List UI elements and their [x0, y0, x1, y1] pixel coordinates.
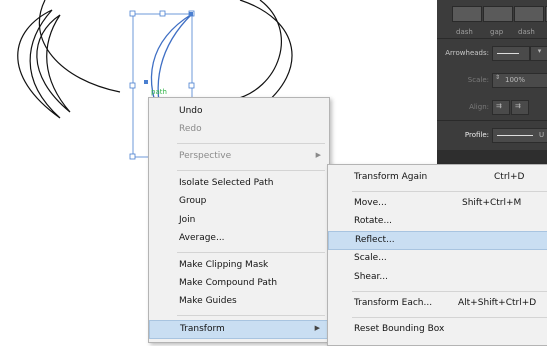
menu-item-isolate-selected-path[interactable]: Isolate Selected Path — [149, 175, 329, 193]
menu-item-label: Rotate... — [354, 216, 393, 226]
submenu-item-scale[interactable]: Scale... — [328, 250, 547, 268]
menu-item-join[interactable]: Join — [149, 212, 329, 230]
menu-separator — [352, 291, 547, 292]
menu-item-label: Transform Again — [354, 172, 428, 182]
menu-item-label: Group — [179, 196, 207, 206]
menu-item-perspective: Perspective ▶ — [149, 148, 329, 166]
align-arrows-icon: ⇉ — [496, 102, 502, 110]
menu-item-shortcut: Shift+Ctrl+M — [462, 198, 522, 208]
arrowhead-dropdown-button[interactable]: ▾ — [530, 46, 547, 61]
menu-item-transform[interactable]: Transform ▶ — [149, 320, 329, 339]
submenu-arrow-icon: ▶ — [315, 151, 321, 159]
right-shape-path[interactable] — [239, 0, 293, 109]
submenu-item-transform-again[interactable]: Transform Again Ctrl+D — [328, 169, 547, 187]
profile-line-sample — [497, 135, 533, 136]
menu-item-shortcut: Ctrl+D — [494, 172, 525, 182]
scale-value: 100% — [505, 76, 526, 84]
panel-divider — [437, 38, 547, 39]
menu-separator — [177, 315, 325, 316]
menu-item-label: Isolate Selected Path — [179, 178, 274, 188]
profile-value: U — [539, 131, 545, 139]
menu-separator — [352, 317, 547, 318]
menu-item-redo: Redo — [149, 121, 329, 139]
menu-item-shortcut: Alt+Shift+Ctrl+D — [458, 298, 537, 308]
dash-label-1: dash — [456, 28, 473, 36]
menu-item-label: Average... — [179, 233, 225, 243]
submenu-item-reflect[interactable]: Reflect... — [328, 231, 547, 250]
menu-item-label: Reset Bounding Box — [354, 324, 445, 334]
menu-separator — [352, 191, 547, 192]
panel-divider — [437, 120, 547, 121]
dash-label-2: dash — [518, 28, 535, 36]
gap-label: gap — [490, 28, 504, 36]
chevron-down-icon: ▾ — [537, 47, 542, 55]
menu-item-label: Scale... — [354, 253, 387, 263]
align-button-2[interactable]: ⇉ — [511, 100, 529, 115]
menu-item-label: Make Compound Path — [179, 278, 278, 288]
dash-field-2[interactable] — [514, 6, 544, 22]
menu-item-label: Transform — [180, 324, 225, 334]
menu-item-label: Undo — [179, 106, 203, 116]
menu-item-group[interactable]: Group — [149, 193, 329, 211]
menu-item-label: Perspective — [179, 151, 232, 161]
menu-item-label: Transform Each... — [354, 298, 433, 308]
menu-item-make-guides[interactable]: Make Guides — [149, 293, 329, 311]
arrowheads-label: Arrowheads: — [445, 49, 489, 57]
arrowhead-start-select[interactable] — [492, 46, 530, 61]
scale-label: Scale: — [467, 76, 489, 84]
stepper-arrows-icon[interactable]: ⇕ — [495, 74, 500, 81]
menu-item-label: Make Clipping Mask — [179, 260, 269, 270]
context-menu: Undo Redo Perspective ▶ Isolate Selected … — [148, 97, 330, 343]
profile-select[interactable]: U — [492, 128, 547, 143]
menu-item-label: Join — [179, 215, 196, 225]
submenu-item-rotate[interactable]: Rotate... — [328, 213, 547, 231]
submenu-item-move[interactable]: Move... Shift+Ctrl+M — [328, 195, 547, 213]
align-label: Align: — [469, 103, 489, 111]
submenu-item-transform-each[interactable]: Transform Each... Alt+Shift+Ctrl+D — [328, 295, 547, 313]
dash-field-1[interactable] — [452, 6, 482, 22]
arrowhead-line-sample — [497, 53, 519, 54]
menu-item-label: Move... — [354, 198, 387, 208]
align-arrows-icon: ⇉ — [515, 102, 521, 110]
submenu-arrow-icon: ▶ — [314, 324, 320, 332]
gap-field-1[interactable] — [483, 6, 513, 22]
menu-item-label: Shear... — [354, 272, 388, 282]
menu-item-undo[interactable]: Undo — [149, 103, 329, 121]
menu-separator — [177, 252, 325, 253]
menu-item-make-clipping-mask[interactable]: Make Clipping Mask — [149, 257, 329, 275]
align-button-1[interactable]: ⇉ — [492, 100, 510, 115]
submenu-item-reset-bounding-box[interactable]: Reset Bounding Box — [328, 321, 547, 339]
menu-item-label: Make Guides — [179, 296, 237, 306]
menu-item-label: Redo — [179, 124, 202, 134]
menu-item-make-compound-path[interactable]: Make Compound Path — [149, 275, 329, 293]
path-hover-label: path — [151, 88, 167, 96]
scale-stepper[interactable]: ⇕ 100% — [492, 73, 547, 88]
profile-label: Profile: — [464, 131, 489, 139]
menu-item-label: Reflect... — [355, 235, 395, 245]
menu-separator — [177, 143, 325, 144]
transform-submenu: Transform Again Ctrl+D Move... Shift+Ctrl+… — [327, 164, 547, 346]
menu-item-average[interactable]: Average... — [149, 230, 329, 248]
stroke-panel: dash gap dash Arrowheads: ▾ Scale: ⇕ 100… — [437, 0, 547, 150]
menu-separator — [177, 170, 325, 171]
submenu-item-shear[interactable]: Shear... — [328, 269, 547, 287]
